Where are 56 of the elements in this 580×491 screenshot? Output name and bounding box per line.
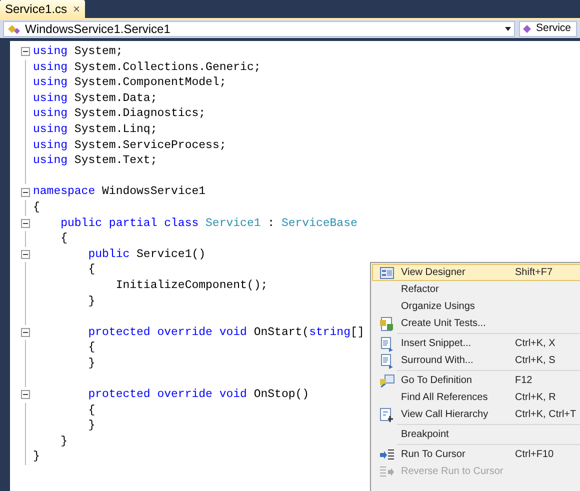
collapse-icon[interactable]: [21, 218, 30, 228]
menu-item[interactable]: Run To Cursor Ctrl+F10: [372, 446, 580, 463]
close-button[interactable]: ×: [73, 3, 80, 15]
code-line: {: [87, 264, 96, 276]
reverse-cursor-icon: [379, 464, 395, 480]
snippet-icon: [379, 336, 395, 352]
menu-item[interactable]: Go To Definition F12: [372, 372, 580, 389]
type-dropdown[interactable]: WindowsService1.Service1: [3, 21, 515, 37]
code-line: using System.Collections.Generic;: [33, 62, 261, 74]
menu-item[interactable]: Create Unit Tests...: [372, 315, 580, 332]
caret-icon: [505, 27, 511, 31]
snippet-icon: [379, 352, 395, 368]
code-line: {: [87, 404, 96, 416]
code-line: }: [87, 358, 96, 370]
code-line: namespace WindowsService1: [33, 186, 206, 198]
collapse-icon[interactable]: [21, 250, 30, 260]
code-line: {: [33, 202, 40, 214]
code-line: public Service1(): [87, 248, 206, 260]
code-line: using System.Data;: [33, 92, 158, 104]
menu-item[interactable]: Find All References Ctrl+K, R: [372, 389, 580, 406]
collapse-icon[interactable]: [21, 188, 30, 197]
code-line: using System.Diagnostics;: [33, 108, 206, 120]
run-cursor-icon: [379, 446, 395, 462]
method-icon: [522, 24, 534, 34]
menu-item[interactable]: Refactor: [372, 281, 580, 298]
collapse-icon[interactable]: [21, 47, 30, 56]
code-line: using System.Text;: [33, 155, 158, 167]
menu-item[interactable]: Breakpoint: [372, 426, 580, 443]
file-tab[interactable]: Service1.cs ×: [0, 0, 86, 18]
menu-item[interactable]: View Designer Shift+F7: [372, 264, 580, 281]
menu-item[interactable]: Insert Snippet... Ctrl+K, X: [372, 335, 580, 352]
class-icon: [7, 23, 21, 35]
form-icon: [379, 264, 395, 280]
code-line: }: [60, 436, 68, 448]
code-line: using System;: [33, 46, 123, 58]
menu-item[interactable]: Organize Usings: [372, 298, 580, 315]
code-line: }: [87, 420, 96, 432]
code-line: {: [60, 233, 68, 245]
code-line: }: [87, 296, 96, 308]
definition-icon: [379, 372, 395, 388]
menu-item[interactable]: Surround With... Ctrl+K, S: [372, 352, 580, 369]
code-line: {: [87, 342, 96, 354]
code-line: public partial class Service1 : ServiceBase: [60, 218, 358, 230]
code-line: InitializeComponent();: [114, 280, 268, 292]
code-line: protected override void OnStart(string[]: [87, 326, 364, 338]
document-icon: [379, 316, 395, 332]
collapse-icon[interactable]: [21, 328, 30, 337]
collapse-icon[interactable]: [21, 390, 30, 400]
code-line: protected override void OnStop(): [87, 389, 310, 401]
code-line: }: [33, 451, 40, 463]
member-dropdown[interactable]: Service: [519, 21, 577, 37]
code-line: using System.ComponentModel;: [33, 77, 226, 89]
menu-item[interactable]: View Call Hierarchy Ctrl+K, Ctrl+T: [372, 406, 580, 423]
code-line: using System.Linq;: [33, 124, 158, 136]
hierarchy-icon: [379, 406, 395, 422]
code-line: using System.ServiceProcess;: [33, 140, 226, 152]
